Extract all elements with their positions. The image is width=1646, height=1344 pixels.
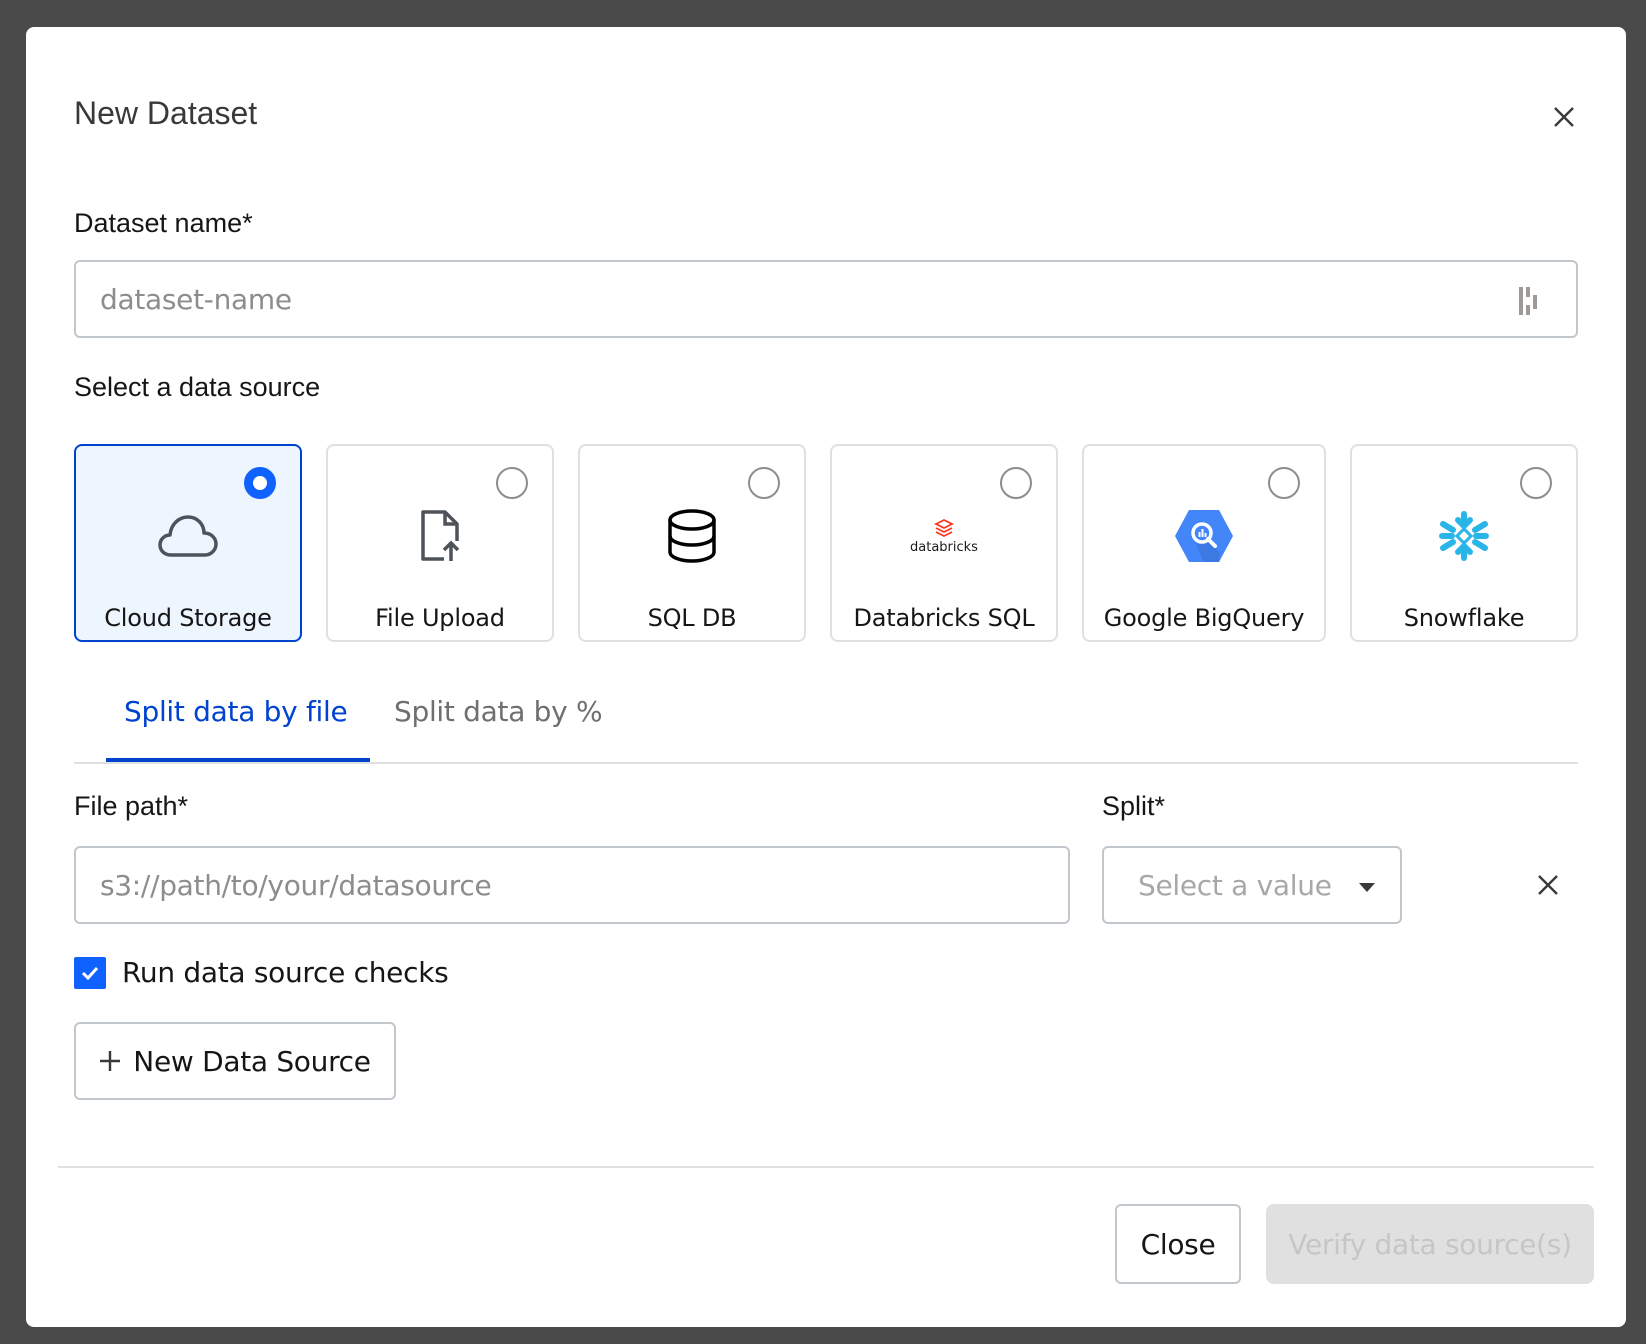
bigquery-logo-icon <box>1175 510 1233 562</box>
radio-unselected[interactable] <box>1520 467 1552 499</box>
database-icon <box>668 509 716 563</box>
dataset-name-input[interactable]: dataset-name <box>74 260 1578 338</box>
tab-split-by-file[interactable]: Split data by file <box>124 695 348 728</box>
radio-unselected[interactable] <box>1268 467 1300 499</box>
source-label: File Upload <box>375 604 505 632</box>
source-label: Databricks SQL <box>853 604 1035 632</box>
tabs-divider <box>74 762 1578 764</box>
dataset-name-label: Dataset name* <box>74 208 253 238</box>
footer-divider <box>58 1166 1594 1168</box>
cloud-icon <box>158 515 218 557</box>
checkmark-icon <box>81 966 99 980</box>
close-icon <box>1538 875 1558 895</box>
split-label: Split* <box>1102 791 1166 821</box>
source-label: SQL DB <box>647 604 737 632</box>
radio-selected[interactable] <box>244 467 276 499</box>
close-dialog-button[interactable] <box>1544 97 1584 137</box>
file-path-placeholder: s3://path/to/your/datasource <box>100 868 492 902</box>
plus-icon <box>100 1051 121 1071</box>
radio-unselected[interactable] <box>748 467 780 499</box>
new-data-source-label: New Data Source <box>133 1044 371 1078</box>
source-card-google-bigquery[interactable]: Google BigQuery <box>1082 444 1326 642</box>
source-label: Snowflake <box>1403 604 1525 632</box>
dataset-name-placeholder: dataset-name <box>100 282 292 316</box>
file-path-label: File path* <box>74 791 189 821</box>
radio-unselected[interactable] <box>1000 467 1032 499</box>
source-label: Cloud Storage <box>104 604 272 632</box>
split-select[interactable]: Select a value <box>1102 846 1402 924</box>
tab-split-by-percent[interactable]: Split data by % <box>394 695 603 728</box>
run-checks-checkbox[interactable] <box>74 957 106 989</box>
source-card-databricks-sql[interactable]: databricks Databricks SQL <box>830 444 1058 642</box>
password-manager-icon[interactable] <box>1518 286 1542 316</box>
split-placeholder: Select a value <box>1138 868 1332 902</box>
data-source-label: Select a data source <box>74 372 321 402</box>
new-dataset-dialog: New Dataset Dataset name* dataset-name S… <box>26 27 1626 1327</box>
file-upload-icon <box>421 510 460 561</box>
chevron-down-icon <box>1359 883 1375 892</box>
active-tab-indicator <box>106 758 370 762</box>
file-path-input[interactable]: s3://path/to/your/datasource <box>74 846 1070 924</box>
radio-unselected[interactable] <box>496 467 528 499</box>
run-checks-label[interactable]: Run data source checks <box>122 956 449 989</box>
close-button[interactable]: Close <box>1115 1204 1241 1284</box>
remove-data-source-button[interactable] <box>1534 871 1562 899</box>
source-label: Google BigQuery <box>1103 604 1305 632</box>
close-icon <box>1554 107 1574 127</box>
source-card-sql-db[interactable]: SQL DB <box>578 444 806 642</box>
source-card-file-upload[interactable]: File Upload <box>326 444 554 642</box>
dialog-title: New Dataset <box>74 95 258 131</box>
verify-data-sources-button[interactable]: Verify data source(s) <box>1266 1204 1594 1284</box>
source-card-cloud-storage[interactable]: Cloud Storage <box>74 444 302 642</box>
source-card-snowflake[interactable]: Snowflake <box>1350 444 1578 642</box>
databricks-logo-text: databricks <box>910 539 978 555</box>
new-data-source-button[interactable]: New Data Source <box>74 1022 396 1100</box>
snowflake-logo-icon <box>1439 511 1489 561</box>
databricks-logo-icon <box>934 518 954 537</box>
